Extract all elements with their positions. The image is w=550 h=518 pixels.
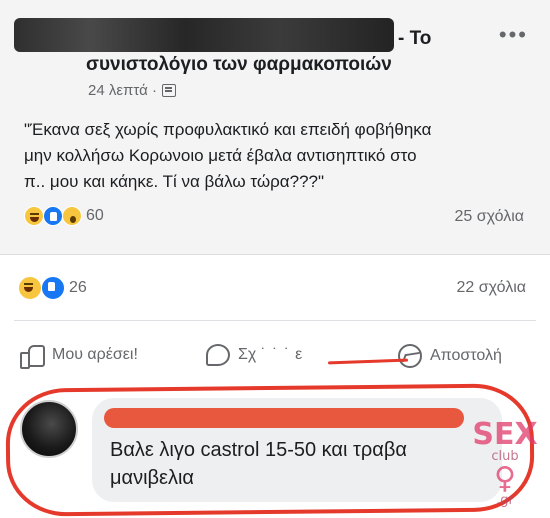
female-symbol-icon: ♀ [494, 461, 516, 496]
post-time[interactable]: 24 λεπτά · [88, 82, 157, 99]
haha-reaction-icon [18, 276, 42, 300]
post-reactions[interactable]: 26 [18, 276, 87, 300]
thumbs-up-icon [20, 344, 45, 369]
send-button[interactable]: Αποστολή [398, 344, 502, 368]
group-privacy-icon [161, 84, 176, 97]
post-body-line: π.. μου και κάηκε. Τί να βάλω τώρα???" [24, 172, 325, 191]
post-body-line: μην κολλήσω Κορωνοιο μετά έβαλα αντισηπτ… [24, 146, 417, 165]
divider [14, 320, 536, 321]
red-highlight-circle [5, 383, 535, 517]
haha-reaction-icon [24, 206, 44, 226]
like-button[interactable]: Μου αρέσει! [20, 344, 138, 369]
post-body-text: "Έκανα σεξ χωρίς προφυλακτικό και επειδή… [24, 117, 524, 195]
shared-post-reactions[interactable]: 60 [24, 206, 104, 226]
like-reaction-icon [41, 276, 65, 300]
watermark-domain: .gr [496, 493, 514, 508]
post-body-line: "Έκανα σεξ χωρίς προφυλακτικό και επειδή… [24, 120, 432, 139]
comment-button[interactable]: Σχ ˙ ˙ ˙ ε [206, 344, 302, 366]
more-dots-icon[interactable]: ••• [499, 22, 528, 48]
like-reaction-icon [43, 206, 63, 226]
post-reactions-count: 26 [69, 279, 87, 296]
comment-button-label: Σχ ˙ ˙ ˙ ε [238, 346, 303, 363]
send-button-label: Αποστολή [430, 347, 502, 364]
shared-reactions-count: 60 [86, 207, 104, 224]
post-comments-count[interactable]: 22 σχόλια [457, 279, 526, 297]
post-header-to: - Το [398, 28, 432, 49]
watermark-word: SEX [472, 417, 538, 452]
post-meta: 24 λεπτά · [88, 82, 176, 99]
messenger-icon [398, 344, 422, 368]
site-watermark-logo: SEX club ♀ .gr [470, 420, 540, 510]
shared-post-card[interactable]: - Το συνιστολόγιο των φαρμακοποιών ••• 2… [0, 0, 550, 255]
like-button-label: Μου αρέσει! [52, 346, 138, 363]
red-annotation-mark [327, 358, 409, 365]
shared-post-comments-count[interactable]: 25 σχόλια [455, 208, 524, 226]
wow-reaction-icon [62, 206, 82, 226]
redacted-author-name [14, 18, 394, 52]
comment-bubble-icon [206, 344, 230, 366]
group-name-link[interactable]: συνιστολόγιο των φαρμακοποιών [86, 54, 392, 76]
